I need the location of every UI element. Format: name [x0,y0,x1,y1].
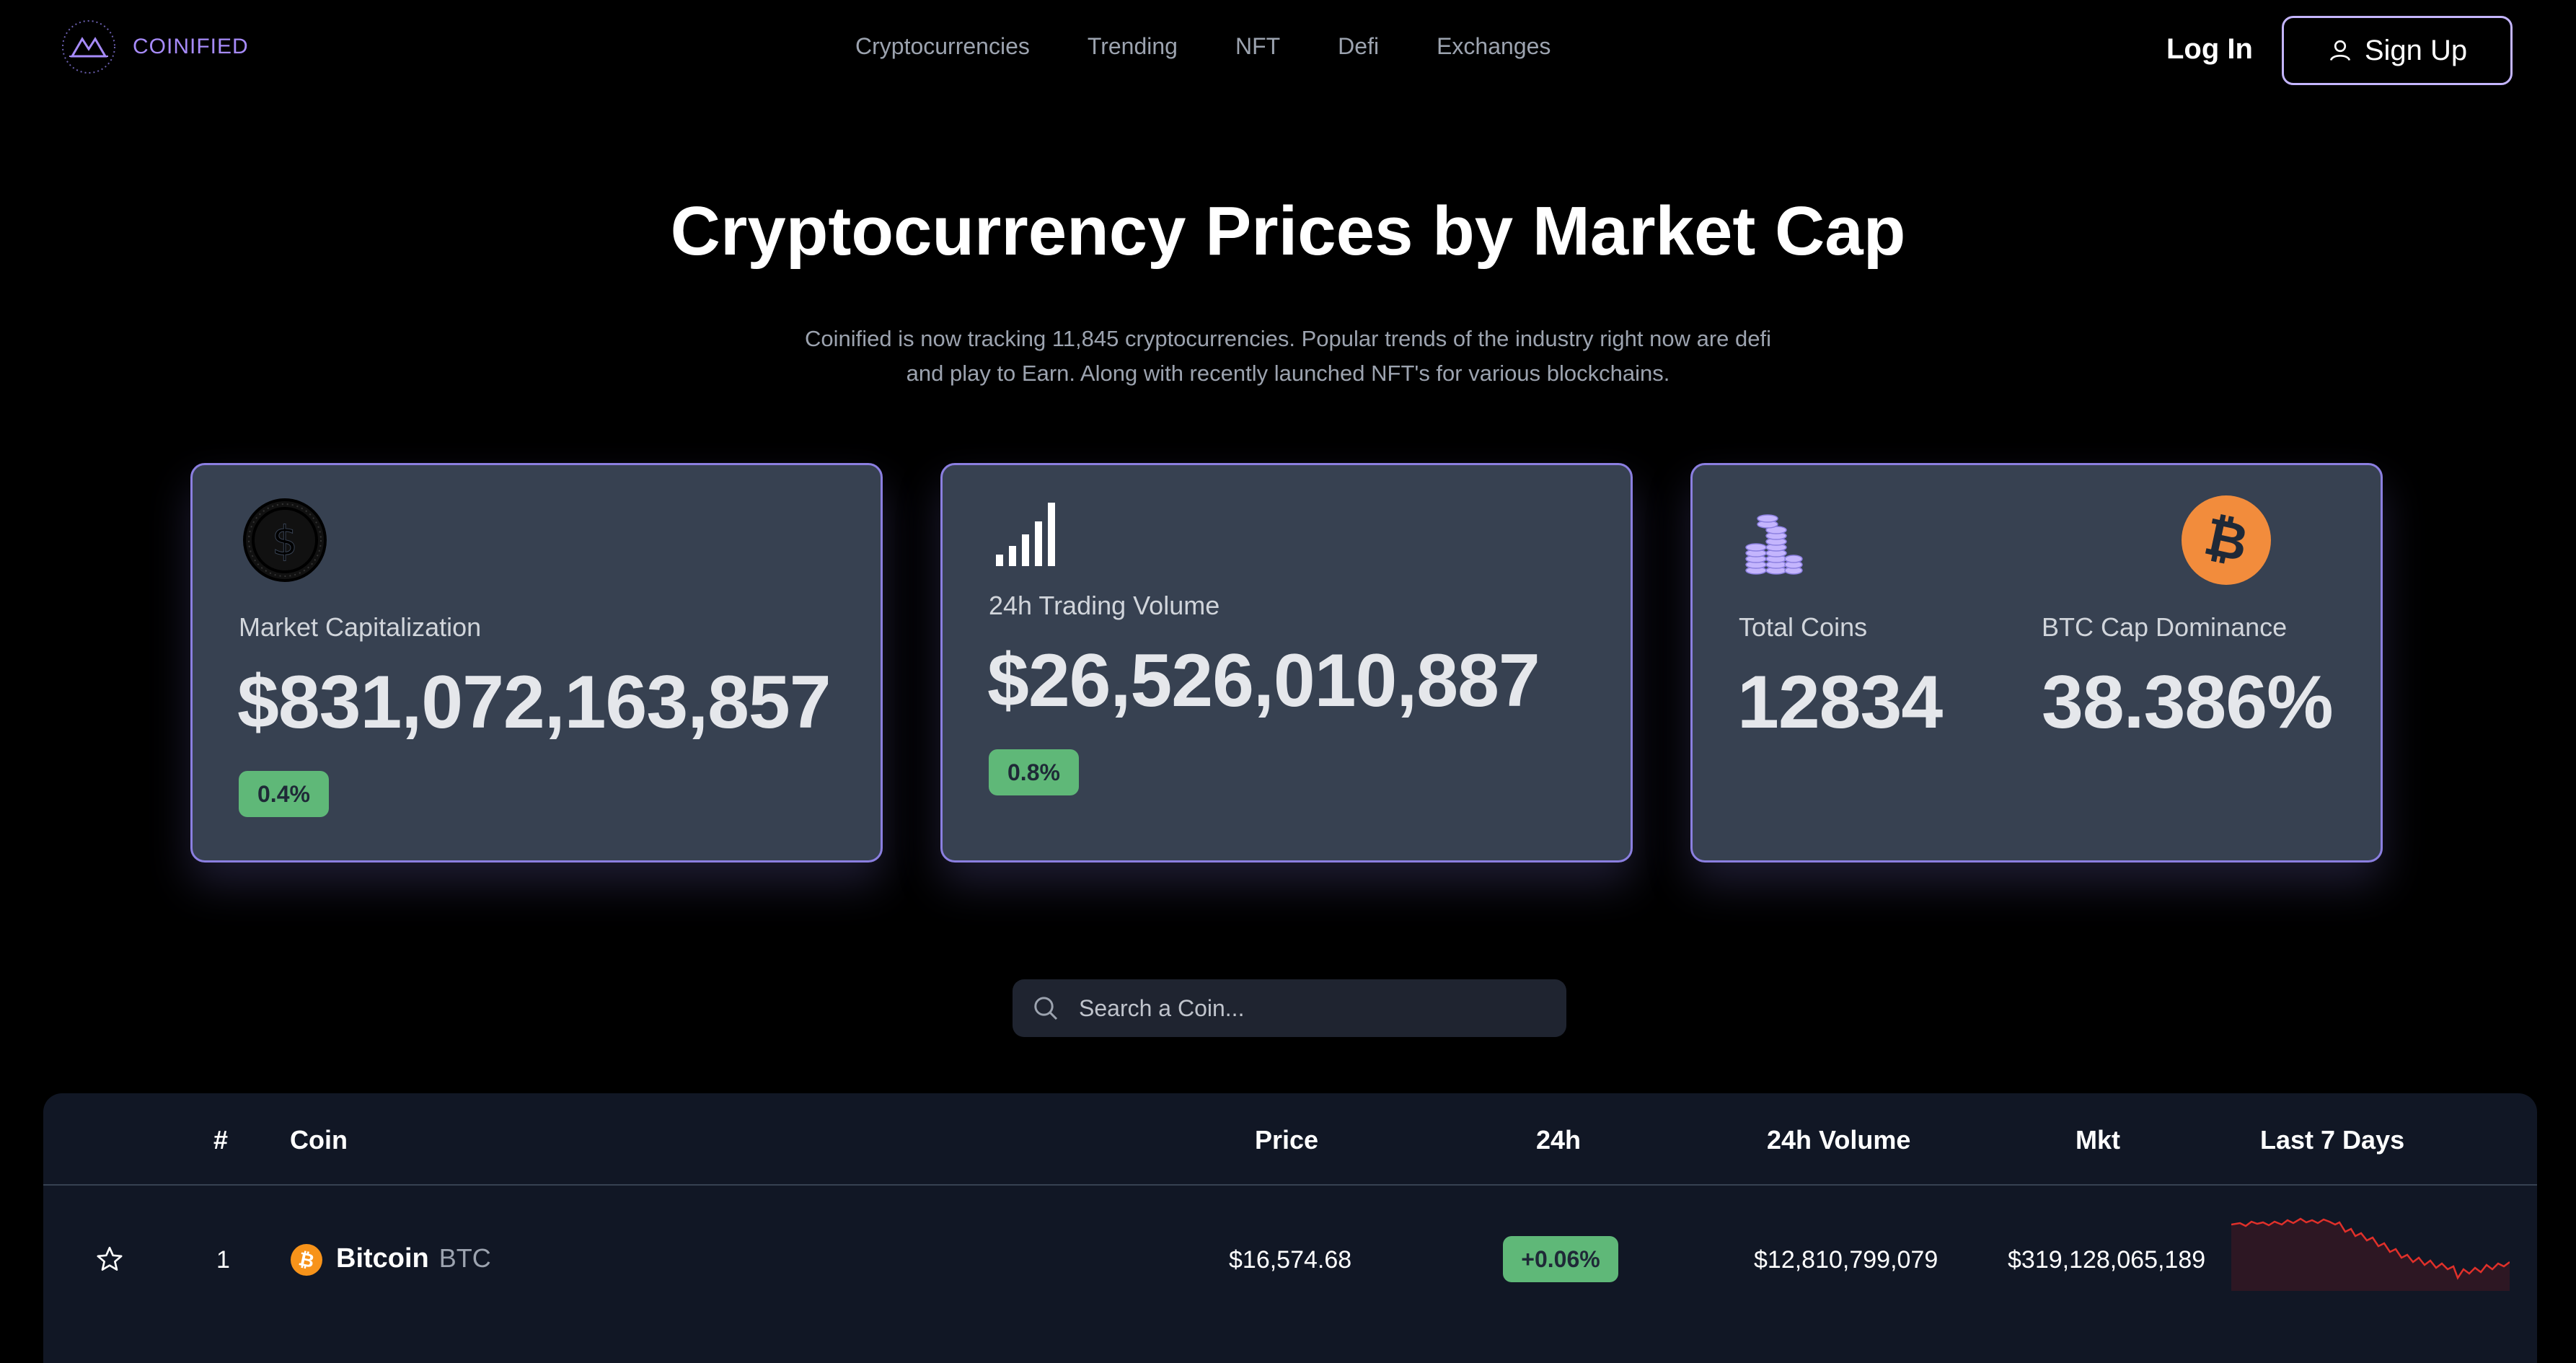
btc-dominance-value: 38.386% [2042,661,2334,744]
row-coin[interactable]: Bitcoin BTC [336,1243,491,1274]
trading-volume-label: 24h Trading Volume [989,591,1220,620]
page-title: Cryptocurrency Prices by Market Cap [670,193,1906,270]
signup-label: Sign Up [2364,34,2468,66]
header-24h-volume[interactable]: 24h Volume [1767,1125,1910,1155]
page-subtitle: Coinified is now tracking 11,845 cryptoc… [804,326,1771,386]
user-icon [2329,40,2350,61]
trading-volume-card: 24h Trading Volume $26,526,010,887 0.8% [940,463,1633,863]
trading-volume-change-badge: 0.8% [989,749,1079,795]
row-24h-volume: $12,810,799,079 [1754,1246,1938,1274]
header-last-7-days: Last 7 Days [2260,1125,2405,1155]
btc-dominance-label: BTC Cap Dominance [2042,612,2288,642]
login-button[interactable]: Log In [2166,33,2253,66]
trading-volume-value: $26,526,010,887 [987,639,1540,723]
market-cap-card: $ Market Capitalization $831,072,163,857… [190,463,883,863]
signal-bars-icon [996,503,1055,566]
brand-logo[interactable]: COINIFIED [59,17,249,76]
coin-table: # Coin Price 24h 24h Volume Mkt Last 7 D… [43,1093,2537,1363]
brand-name: COINIFIED [133,35,249,58]
logo-mark-icon [62,20,115,74]
sparkline-chart [2231,1217,2510,1291]
coins-dominance-card: Total Coins 12834 ₿ BTC Cap Dominance 38… [1690,463,2383,863]
search-input[interactable] [1079,994,1512,1022]
header-mkt[interactable]: Mkt [2076,1125,2120,1155]
table-row[interactable]: 1 ₿ Bitcoin BTC $16,574.68 +0.06% $12,810… [43,1187,2537,1353]
header-price[interactable]: Price [1255,1125,1318,1155]
coin-search[interactable] [1013,979,1566,1037]
nav-link-exchanges[interactable]: Exchanges [1437,33,1551,60]
nav-link-nft[interactable]: NFT [1235,33,1280,60]
coin-stack-icon [1745,514,1803,575]
header-rank[interactable]: # [213,1125,228,1155]
svg-text:$: $ [272,518,298,565]
row-rank: 1 [216,1246,230,1274]
coin-name: Bitcoin [336,1243,429,1274]
nav-link-cryptocurrencies[interactable]: Cryptocurrencies [855,33,1030,60]
nav-link-defi[interactable]: Defi [1338,33,1379,60]
row-price: $16,574.68 [1229,1246,1352,1274]
market-cap-label: Market Capitalization [239,612,482,642]
signup-button[interactable]: Sign Up [2282,16,2513,85]
top-nav: COINIFIED Cryptocurrencies Trending NFT … [0,0,2576,101]
bitcoin-small-icon: ₿ [291,1244,322,1276]
market-cap-value: $831,072,163,857 [237,661,832,744]
dollar-coin-icon: $ [243,498,327,582]
total-coins-label: Total Coins [1739,612,1868,642]
total-coins-value: 12834 [1737,661,1943,744]
coin-symbol: BTC [438,1243,491,1273]
row-24h-change-badge: +0.06% [1503,1236,1618,1282]
table-header: # Coin Price 24h 24h Volume Mkt Last 7 D… [43,1093,2537,1186]
star-icon[interactable] [95,1245,124,1274]
header-24h[interactable]: 24h [1536,1125,1581,1155]
search-icon [1034,997,1058,1020]
nav-links: Cryptocurrencies Trending NFT Defi Excha… [855,33,1608,60]
market-cap-change-badge: 0.4% [239,771,329,817]
row-market-cap: $319,128,065,189 [2008,1246,2206,1274]
nav-link-trending[interactable]: Trending [1088,33,1178,60]
bitcoin-icon: ₿ [2182,495,2271,585]
header-coin[interactable]: Coin [290,1125,348,1155]
